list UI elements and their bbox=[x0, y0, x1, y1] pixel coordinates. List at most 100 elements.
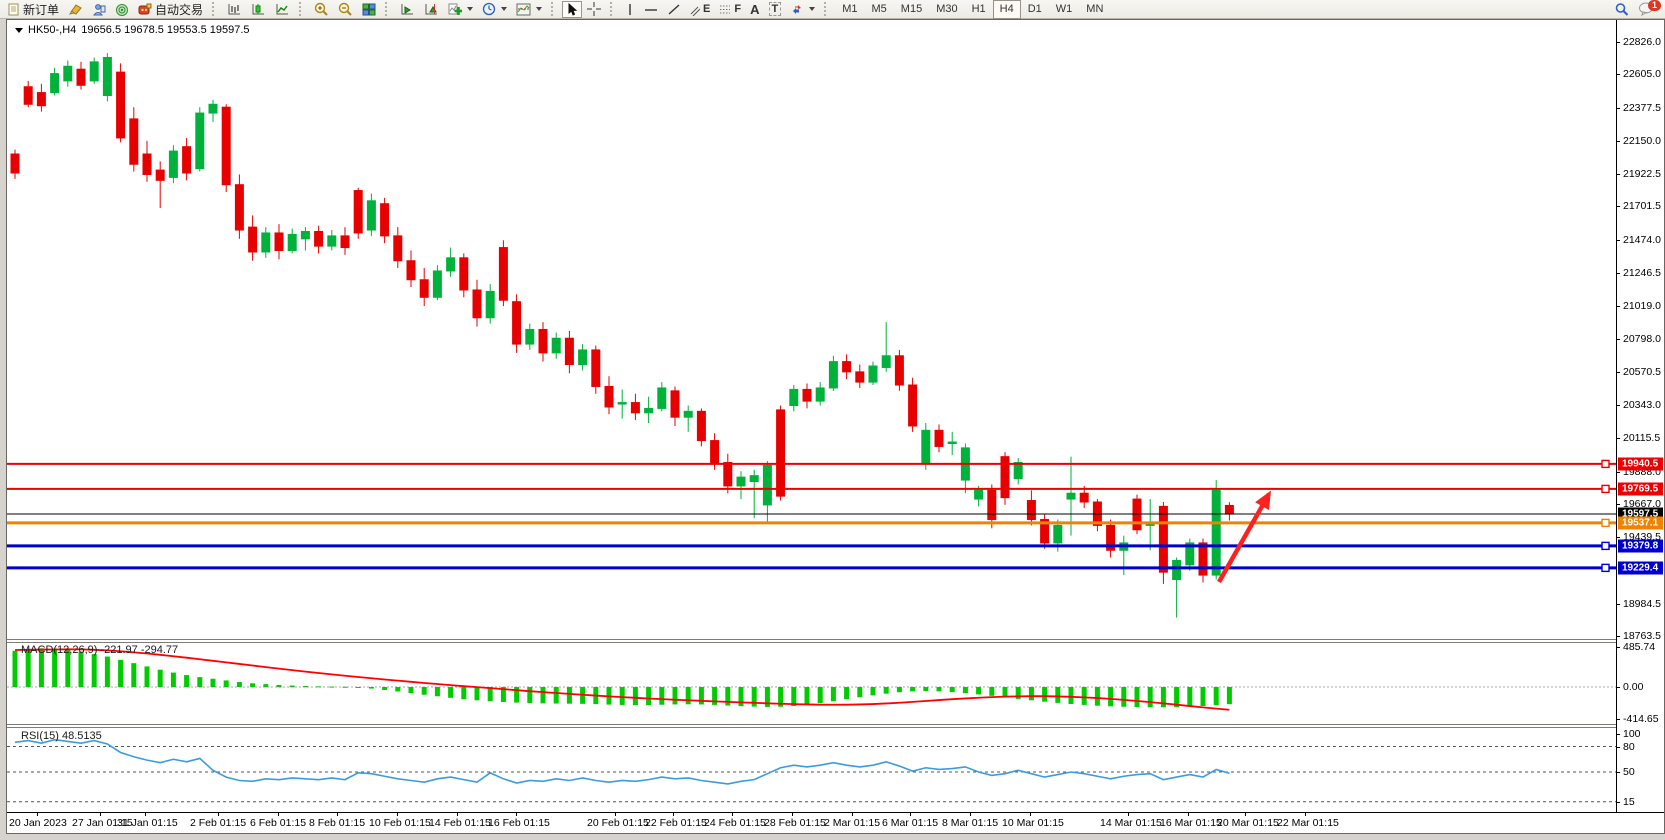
arrows-tool-button[interactable] bbox=[786, 1, 819, 18]
vertical-line-icon bbox=[625, 3, 635, 16]
indicators-caret-icon bbox=[467, 7, 473, 11]
chart-shift-button[interactable] bbox=[420, 1, 443, 18]
date-label: 16 Mar 01:15 bbox=[1160, 817, 1222, 829]
chart-menu-caret-icon[interactable] bbox=[15, 28, 23, 33]
rsi-tick-dash bbox=[1616, 802, 1620, 803]
macd-tick-dash bbox=[1616, 647, 1620, 648]
price-line-badge: 19229.4 bbox=[1618, 561, 1663, 574]
price-tick-dash bbox=[1616, 240, 1620, 241]
trendline-icon bbox=[667, 3, 681, 16]
date-tick bbox=[516, 813, 517, 816]
templates-button[interactable] bbox=[512, 1, 546, 18]
line-chart-mode-button[interactable] bbox=[271, 1, 294, 18]
horizontal-line-icon bbox=[644, 3, 658, 16]
date-tick bbox=[1188, 813, 1189, 816]
zoom-out-icon bbox=[338, 2, 353, 16]
price-tick-dash bbox=[1616, 504, 1620, 505]
date-label: 20 Feb 01:15 bbox=[587, 817, 649, 829]
date-label: 2 Feb 01:15 bbox=[190, 817, 246, 829]
text-label-tool-button[interactable]: T bbox=[765, 1, 786, 18]
indicators-button[interactable] bbox=[444, 1, 477, 18]
price-tick-label: 22826.0 bbox=[1623, 36, 1661, 48]
macd-pane[interactable] bbox=[7, 643, 1616, 723]
timeframe-h1[interactable]: H1 bbox=[965, 0, 993, 19]
main-chart-pane[interactable] bbox=[7, 20, 1616, 639]
date-tick bbox=[278, 813, 279, 816]
search-button[interactable] bbox=[1610, 1, 1633, 18]
profile-button[interactable] bbox=[88, 1, 110, 18]
price-tick-label: 20798.0 bbox=[1623, 333, 1661, 345]
timeframe-w1[interactable]: W1 bbox=[1049, 0, 1080, 19]
auto-scroll-button[interactable] bbox=[396, 1, 419, 18]
cursor-icon bbox=[566, 3, 578, 16]
date-label: 2 Mar 01:15 bbox=[824, 817, 880, 829]
price-tick-label: 20343.0 bbox=[1623, 399, 1661, 411]
horizontal-line-tool-button[interactable] bbox=[640, 1, 662, 18]
toolbar-drag-handle[interactable] bbox=[551, 2, 557, 16]
rsi-tick-label: 15 bbox=[1623, 796, 1635, 808]
rsi-pane[interactable] bbox=[7, 728, 1616, 812]
marker-button[interactable] bbox=[64, 1, 87, 18]
timeframe-m15[interactable]: M15 bbox=[894, 0, 929, 19]
timeframe-m30[interactable]: M30 bbox=[929, 0, 964, 19]
toolbar-drag-handle[interactable] bbox=[824, 2, 830, 16]
crosshair-tool-button[interactable] bbox=[583, 1, 605, 18]
toolbar-drag-handle[interactable] bbox=[610, 2, 616, 16]
fibonacci-letter: F bbox=[734, 3, 741, 15]
toolbar-drag-handle[interactable] bbox=[212, 2, 218, 16]
rsi-tick-label: 50 bbox=[1623, 766, 1635, 778]
chart-window: HK50-,H4 19656.5 19678.5 19553.5 19597.5… bbox=[6, 19, 1665, 834]
macd-tick-dash bbox=[1616, 719, 1620, 720]
price-axis[interactable]: 22826.022605.022377.522150.021922.521701… bbox=[1616, 20, 1664, 812]
search-icon bbox=[1614, 2, 1629, 17]
bar-chart-mode-button[interactable] bbox=[223, 1, 246, 18]
autotrading-button[interactable]: 自动交易 bbox=[134, 1, 207, 18]
arrows-icon bbox=[790, 3, 804, 16]
auto-scroll-icon bbox=[400, 3, 415, 16]
price-tick-dash bbox=[1616, 141, 1620, 142]
text-tool-letter: A bbox=[750, 2, 759, 17]
tile-windows-button[interactable] bbox=[358, 1, 380, 18]
rsi-tick-dash bbox=[1616, 747, 1620, 748]
price-tick-dash bbox=[1616, 438, 1620, 439]
notifications-button[interactable]: 1 bbox=[1634, 1, 1658, 18]
clock-icon bbox=[482, 2, 496, 16]
candle-chart-icon bbox=[251, 3, 266, 16]
signals-button[interactable] bbox=[111, 1, 133, 18]
trendline-tool-button[interactable] bbox=[663, 1, 685, 18]
date-label: 28 Feb 01:15 bbox=[764, 817, 826, 829]
vertical-line-tool-button[interactable] bbox=[621, 1, 639, 18]
zoom-in-button[interactable] bbox=[310, 1, 333, 18]
timeframe-m5[interactable]: M5 bbox=[865, 0, 894, 19]
toolbar-drag-handle[interactable] bbox=[385, 2, 391, 16]
timeframe-mn[interactable]: MN bbox=[1079, 0, 1110, 19]
date-label: 6 Feb 01:15 bbox=[250, 817, 306, 829]
periods-button[interactable] bbox=[478, 1, 511, 18]
equidistant-channel-tool-button[interactable]: E bbox=[686, 1, 714, 18]
price-tick-label: 20115.5 bbox=[1623, 432, 1660, 444]
price-tick-dash bbox=[1616, 74, 1620, 75]
equidistant-channel-letter: E bbox=[703, 3, 710, 15]
timeframe-d1[interactable]: D1 bbox=[1021, 0, 1049, 19]
zoom-out-button[interactable] bbox=[334, 1, 357, 18]
new-order-button[interactable]: 新订单 bbox=[3, 1, 63, 18]
date-axis[interactable]: 20 Jan 202327 Jan 01:1531 Jan 01:152 Feb… bbox=[7, 812, 1664, 833]
toolbar-drag-handle[interactable] bbox=[299, 2, 305, 16]
price-line-badge: 19379.8 bbox=[1618, 539, 1663, 552]
timeframe-h4[interactable]: H4 bbox=[993, 0, 1021, 19]
text-tool-button[interactable]: A bbox=[746, 1, 763, 18]
date-tick bbox=[970, 813, 971, 816]
templates-caret-icon bbox=[536, 7, 542, 11]
candle-chart-mode-button[interactable] bbox=[247, 1, 270, 18]
date-tick bbox=[145, 813, 146, 816]
price-line-badge: 19537.1 bbox=[1618, 516, 1663, 529]
date-label: 8 Feb 01:15 bbox=[309, 817, 365, 829]
date-label: 8 Mar 01:15 bbox=[942, 817, 998, 829]
ohlc-values: 19656.5 19678.5 19553.5 19597.5 bbox=[81, 24, 249, 36]
rsi-tick-label: 100 bbox=[1623, 728, 1641, 740]
timeframe-group: M1M5M15M30H1H4D1W1MN bbox=[835, 0, 1110, 19]
timeframe-m1[interactable]: M1 bbox=[835, 0, 864, 19]
fibonacci-tool-button[interactable]: F bbox=[715, 1, 745, 18]
price-tick-label: 18984.5 bbox=[1623, 598, 1661, 610]
cursor-tool-button[interactable] bbox=[562, 1, 582, 18]
